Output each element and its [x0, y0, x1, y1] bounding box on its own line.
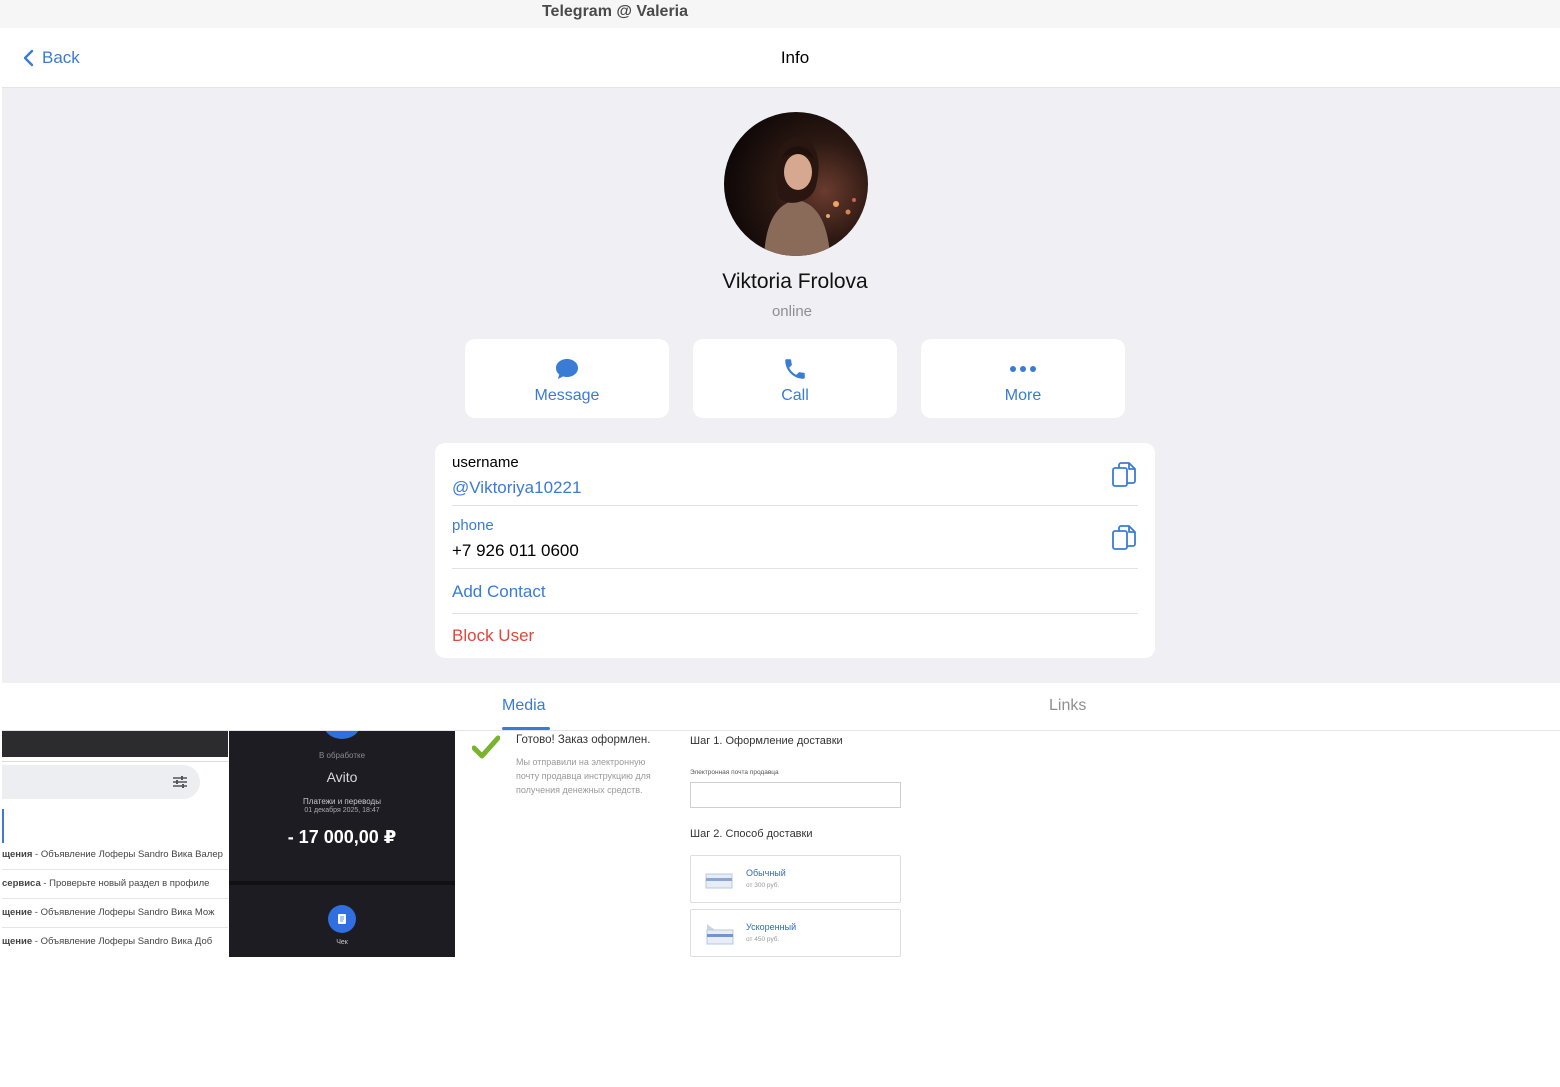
media-thumb-row: сервиса - Проверьте новый раздел в профи…	[2, 878, 210, 889]
phone-icon	[785, 359, 805, 379]
payment-datetime: 01 декабря 2025, 18:47	[304, 807, 380, 814]
option1-title: Обычный	[746, 868, 786, 878]
divider	[452, 568, 1138, 569]
media-thumb-marker	[2, 809, 4, 843]
copy-icon	[1112, 462, 1136, 487]
payment-amount: - 17 000,00 ₽	[287, 827, 397, 847]
express-card-icon	[706, 924, 734, 945]
more-dots-icon	[1010, 366, 1036, 372]
receipt-button	[328, 905, 356, 933]
tab-links[interactable]: Links	[1049, 697, 1086, 715]
media-thumb-row: щения - Объявление Лоферы Sandro Вика Ва…	[2, 849, 223, 860]
message-button[interactable]: Message	[465, 339, 669, 418]
media-thumb-searchbar	[2, 765, 200, 799]
delivery-option-standard: Обычный от 300 руб.	[690, 855, 901, 903]
call-button-label: Call	[781, 387, 809, 404]
divider	[2, 869, 228, 870]
payment-merchant: Avito	[326, 769, 358, 785]
avatar[interactable]	[724, 112, 868, 256]
phone-value[interactable]: +7 926 011 0600	[452, 541, 579, 561]
tab-media[interactable]: Media	[502, 697, 546, 715]
media-item[interactable]: щения - Объявление Лоферы Sandro Вика Ва…	[2, 731, 228, 957]
username-label: username	[452, 454, 519, 471]
payment-category: Платежи и переводы	[303, 797, 381, 806]
block-user-button[interactable]: Block User	[452, 626, 534, 646]
message-button-label: Message	[534, 387, 600, 404]
filter-icon	[173, 776, 187, 788]
username-value[interactable]: @Viktoriya10221	[452, 478, 581, 498]
page-title: Info	[780, 48, 810, 67]
option1-price: от 300 руб.	[746, 882, 780, 889]
divider	[229, 881, 455, 885]
checkmark-icon	[472, 735, 500, 759]
order-done-title: Готово! Заказ оформлен.	[516, 734, 651, 746]
media-item[interactable]: Готово! Заказ оформлен. Мы отправили на …	[456, 731, 910, 957]
window-title: Telegram @ Valeria	[541, 3, 689, 20]
divider	[2, 927, 228, 928]
profile-section: Viktoria Frolova online Message Call Mor…	[2, 88, 1560, 683]
receipt-label: Чек	[336, 939, 348, 946]
chat-bubble-icon	[556, 359, 578, 379]
email-input	[690, 782, 901, 808]
shared-media-tabs: Media Links	[2, 683, 1560, 731]
phone-label: phone	[452, 517, 494, 534]
add-contact-button[interactable]: Add Contact	[452, 582, 546, 602]
copy-icon	[1112, 525, 1136, 550]
media-thumb-circle	[324, 731, 360, 739]
card-icon	[705, 873, 733, 889]
avatar-photo	[724, 112, 868, 256]
divider	[2, 898, 228, 899]
divider	[452, 505, 1138, 506]
active-tab-indicator	[502, 727, 550, 730]
step1-title: Шаг 1. Оформление доставки	[690, 735, 843, 747]
media-item[interactable]: В обработке Avito Платежи и переводы 01 …	[229, 731, 455, 957]
receipt-icon	[338, 914, 346, 924]
call-button[interactable]: Call	[693, 339, 897, 418]
copy-phone-button[interactable]	[1111, 524, 1137, 552]
copy-username-button[interactable]	[1111, 461, 1137, 489]
media-thumb-row: щение - Объявление Лоферы Sandro Вика Мо…	[2, 907, 215, 918]
option2-price: от 450 руб.	[746, 936, 780, 943]
media-thumb-row: щение - Объявление Лоферы Sandro Вика До…	[2, 936, 213, 947]
order-done-text: Мы отправили на электронную почту продав…	[516, 757, 651, 795]
window-titlebar: Telegram @ Valeria	[0, 0, 1560, 28]
more-button-label: More	[1004, 387, 1042, 404]
email-label: Электронная почта продавца	[690, 769, 779, 776]
divider	[2, 761, 228, 762]
profile-name: Viktoria Frolova	[722, 270, 868, 293]
divider	[452, 613, 1138, 614]
payment-status: В обработке	[318, 751, 366, 760]
contact-info-card: username @Viktoriya10221 phone +7 926 01…	[435, 443, 1155, 658]
step2-title: Шаг 2. Способ доставки	[690, 828, 813, 840]
navigation-bar: Back Info	[2, 28, 1560, 88]
media-thumb-topbar	[2, 731, 228, 757]
more-button[interactable]: More	[921, 339, 1125, 418]
profile-status: online	[771, 303, 813, 320]
delivery-option-express: Ускоренный от 450 руб.	[690, 909, 901, 957]
option2-title: Ускоренный	[746, 922, 797, 932]
